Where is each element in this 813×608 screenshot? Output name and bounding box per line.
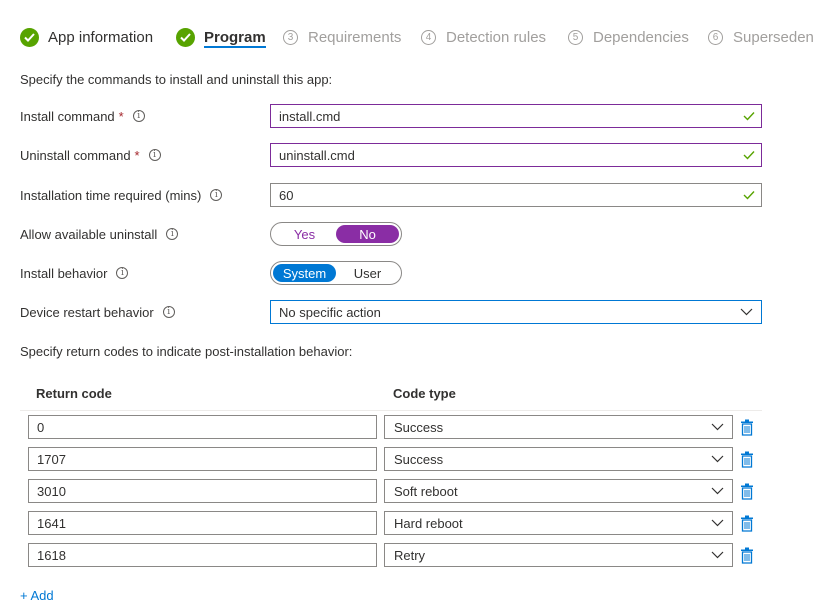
delete-icon[interactable] [740, 482, 754, 500]
delete-icon[interactable] [740, 514, 754, 532]
required-asterisk: * [118, 108, 124, 124]
chevron-down-icon [711, 455, 724, 463]
install-time-label: Installation time required (mins) i [20, 185, 223, 205]
add-return-code-link[interactable]: + Add [20, 588, 54, 603]
toggle-option-no[interactable]: No [336, 225, 399, 243]
toggle-option-yes[interactable]: Yes [273, 225, 336, 243]
step-detection-rules[interactable]: 4 Detection rules [421, 22, 546, 52]
chevron-down-icon [711, 423, 724, 431]
info-icon[interactable]: i [162, 306, 175, 318]
step-requirements[interactable]: 3 Requirements [283, 22, 401, 52]
chevron-down-icon [711, 519, 724, 527]
code-type-select[interactable]: Hard reboot [384, 511, 733, 535]
step-label: Program [204, 28, 266, 48]
uninstall-command-label: Uninstall command * i [20, 145, 161, 165]
step-label: Requirements [308, 28, 402, 46]
code-type-select[interactable]: Success [384, 447, 733, 471]
info-icon[interactable]: i [166, 228, 179, 240]
return-code-header: Return code [36, 386, 112, 401]
restart-behavior-select[interactable]: No specific action [270, 300, 762, 324]
input-value: uninstall.cmd [279, 147, 355, 163]
step-dependencies[interactable]: 5 Dependencies [568, 22, 689, 52]
code-type-select[interactable]: Soft reboot [384, 479, 733, 503]
intro-text: Specify the commands to install and unin… [20, 72, 333, 87]
step-label: App information [48, 28, 154, 46]
info-icon[interactable]: i [116, 267, 129, 279]
allow-uninstall-toggle: Yes No [270, 222, 402, 246]
code-type-header: Code type [393, 386, 456, 401]
active-step-underline [204, 45, 266, 48]
delete-icon[interactable] [740, 418, 754, 436]
step-number: 3 [283, 29, 298, 45]
info-icon[interactable]: i [132, 110, 145, 122]
valid-check-icon [743, 151, 755, 160]
restart-behavior-label: Device restart behavior i [20, 302, 175, 322]
uninstall-command-input[interactable]: uninstall.cmd [270, 143, 762, 167]
chevron-down-icon [740, 308, 753, 316]
return-code-input[interactable]: 0 [28, 415, 377, 439]
select-value: No specific action [279, 304, 381, 320]
install-behavior-toggle: System User [270, 261, 402, 285]
code-type-select[interactable]: Retry [384, 543, 733, 567]
install-command-label: Install command * i [20, 106, 145, 126]
step-app-information[interactable]: App information [20, 22, 153, 52]
valid-check-icon [743, 112, 755, 121]
input-value: install.cmd [279, 108, 341, 124]
completed-check-icon [20, 27, 39, 47]
return-code-input[interactable]: 1618 [28, 543, 377, 567]
return-code-input[interactable]: 1707 [28, 447, 377, 471]
step-program[interactable]: Program [176, 22, 266, 52]
step-number: 4 [421, 29, 436, 45]
install-command-input[interactable]: install.cmd [270, 104, 762, 128]
toggle-option-system[interactable]: System [273, 264, 336, 282]
completed-check-icon [176, 27, 195, 47]
step-supersedence[interactable]: 6 Supersedenc [708, 22, 813, 52]
step-number: 6 [708, 29, 723, 45]
return-code-input[interactable]: 1641 [28, 511, 377, 535]
chevron-down-icon [711, 551, 724, 559]
required-asterisk: * [134, 147, 140, 163]
delete-icon[interactable] [740, 546, 754, 564]
valid-check-icon [743, 191, 755, 200]
input-value: 60 [279, 187, 294, 203]
return-code-input[interactable]: 3010 [28, 479, 377, 503]
allow-uninstall-label: Allow available uninstall i [20, 224, 179, 244]
code-type-select[interactable]: Success [384, 415, 733, 439]
return-codes-text: Specify return codes to indicate post-in… [20, 344, 353, 359]
toggle-option-user[interactable]: User [336, 264, 399, 282]
step-label: Supersedenc [733, 28, 813, 46]
table-header-divider [20, 410, 762, 411]
install-behavior-label: Install behavior i [20, 263, 129, 283]
chevron-down-icon [711, 487, 724, 495]
step-number: 5 [568, 29, 583, 45]
info-icon[interactable]: i [210, 189, 223, 201]
info-icon[interactable]: i [148, 149, 161, 161]
wizard-steps: App information Program 3 Requirements 4… [0, 22, 813, 58]
step-label: Dependencies [593, 28, 689, 46]
delete-icon[interactable] [740, 450, 754, 468]
install-time-input[interactable]: 60 [270, 183, 762, 207]
step-label: Detection rules [446, 28, 547, 46]
